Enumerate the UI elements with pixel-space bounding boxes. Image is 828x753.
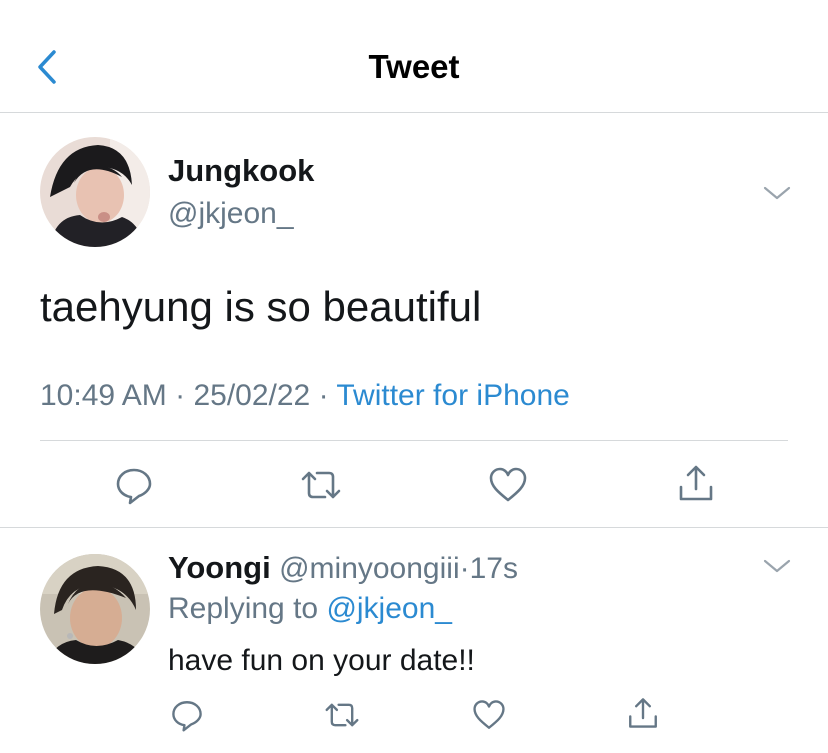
- reply-author-handle[interactable]: @minyoongiii: [279, 552, 460, 585]
- share-icon: [629, 698, 657, 728]
- avatar[interactable]: [40, 554, 150, 664]
- reply-options-button[interactable]: [762, 556, 792, 576]
- reply-tweet[interactable]: Yoongi @minyoongiii·17s Replying to @jkj…: [0, 528, 828, 753]
- replying-to-handle[interactable]: @jkjeon_: [326, 592, 452, 625]
- chevron-down-icon: [763, 559, 791, 573]
- reply-button[interactable]: [114, 465, 154, 510]
- reply-text: have fun on your date!!: [168, 644, 475, 677]
- top-nav-bar: Tweet: [0, 0, 828, 113]
- comment-icon: [172, 701, 202, 732]
- reply-button[interactable]: [170, 698, 204, 737]
- tweet-time: 10:49 AM: [40, 379, 167, 412]
- tweet-options-button[interactable]: [762, 183, 792, 203]
- retweet-button[interactable]: [298, 465, 344, 510]
- tweet-meta: 10:49 AM · 25/02/22 · Twitter for iPhone: [40, 379, 570, 413]
- main-tweet: Jungkook @jkjeon_ taehyung is so beautif…: [0, 113, 828, 528]
- like-button[interactable]: [488, 465, 528, 510]
- replying-to: Replying to @jkjeon_: [168, 592, 452, 626]
- share-button[interactable]: [676, 463, 716, 508]
- share-button[interactable]: [626, 696, 660, 735]
- retweet-button[interactable]: [322, 698, 362, 737]
- like-icon: [473, 700, 505, 729]
- avatar[interactable]: [40, 137, 150, 247]
- like-icon: [489, 467, 527, 502]
- retweet-icon: [301, 471, 341, 499]
- profile-photo-icon: [40, 554, 150, 664]
- author-handle[interactable]: @jkjeon_: [168, 197, 294, 231]
- replying-to-label: Replying to: [168, 592, 319, 625]
- tweet-source-link[interactable]: Twitter for iPhone: [336, 379, 569, 412]
- retweet-icon: [325, 703, 359, 727]
- author-name[interactable]: Jungkook: [168, 153, 314, 189]
- reply-age: 17s: [469, 552, 518, 585]
- profile-photo-icon: [40, 137, 150, 247]
- tweet-date: 25/02/22: [193, 379, 311, 412]
- meta-separator: ·: [175, 379, 186, 412]
- tweet-text: taehyung is so beautiful: [40, 283, 482, 330]
- divider: [40, 440, 788, 441]
- meta-separator: ·: [459, 552, 470, 585]
- reply-header: Yoongi @minyoongiii·17s: [168, 550, 518, 586]
- chevron-down-icon: [763, 186, 791, 200]
- comment-icon: [116, 468, 152, 505]
- reply-author-name[interactable]: Yoongi: [168, 550, 271, 585]
- like-button[interactable]: [472, 698, 506, 737]
- page-title: Tweet: [368, 48, 460, 85]
- meta-separator: ·: [318, 379, 329, 412]
- share-icon: [679, 465, 713, 501]
